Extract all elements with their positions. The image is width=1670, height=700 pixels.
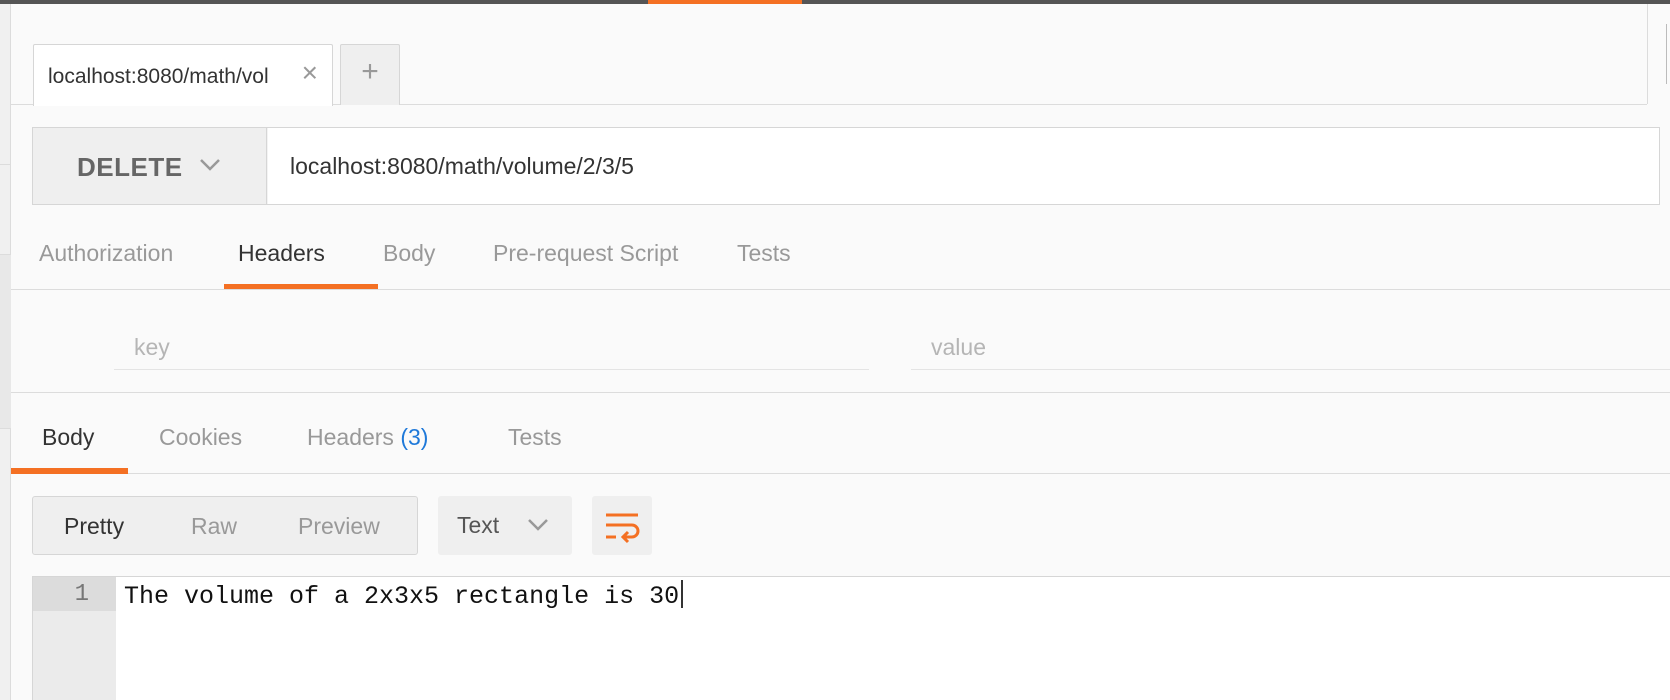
method-label: DELETE [77,152,183,182]
active-response-tab-indicator [11,468,128,474]
url-input[interactable] [268,128,1659,204]
text-cursor [681,580,684,608]
wrap-lines-button[interactable] [592,496,652,555]
header-value-input[interactable] [911,326,1670,370]
chevron-down-icon [528,519,548,531]
right-panel-edge [1647,4,1670,104]
tab-pre-request-script[interactable]: Pre-request Script [493,240,678,267]
request-url-bar: DELETE [32,127,1660,205]
method-select[interactable]: DELETE [33,128,267,204]
plus-icon: + [361,55,379,88]
response-body-text: The volume of a 2x3x5 rectangle is 30 [124,582,680,611]
tab-headers[interactable]: Headers [238,240,325,267]
line-number: 1 [74,581,89,608]
format-label: Text [457,512,500,538]
response-tab-cookies[interactable]: Cookies [159,424,242,451]
response-tab-tests[interactable]: Tests [508,424,562,451]
request-tabs: Authorization Headers Body Pre-request S… [11,228,1670,290]
response-tabs: Body Cookies Headers (3) Tests [11,394,1670,474]
add-tab-button[interactable]: + [340,44,400,105]
request-tab-label: localhost:8080/math/volume/2/3/5 [48,65,270,88]
wrap-lines-icon [606,513,640,544]
tab-authorization[interactable]: Authorization [39,240,173,267]
response-tab-headers-label: Headers [307,424,394,450]
headers-editor [11,291,1670,393]
headers-count-badge: (3) [400,424,429,450]
header-key-input[interactable] [114,326,869,370]
close-icon[interactable]: × [302,59,318,87]
view-raw-button[interactable]: Raw [191,513,237,540]
sidebar-collapsed[interactable] [0,4,11,700]
view-pretty-button[interactable]: Pretty [64,513,124,540]
tab-body[interactable]: Body [383,240,435,267]
view-preview-button[interactable]: Preview [298,513,380,540]
active-tab-indicator [224,284,378,289]
sidebar-handle[interactable] [0,254,11,429]
request-tab-bar: localhost:8080/math/volume/2/3/5 × + [11,4,1647,106]
chevron-down-icon [200,159,220,171]
response-tab-headers[interactable]: Headers (3) [307,424,428,451]
tab-tests[interactable]: Tests [737,240,791,267]
view-mode-toggle: Pretty Raw Preview [32,496,418,555]
response-body-editor[interactable]: 1 The volume of a 2x3x5 rectangle is 30 [32,576,1670,700]
response-tab-body[interactable]: Body [42,424,94,451]
request-tab[interactable]: localhost:8080/math/volume/2/3/5 × [33,44,333,106]
response-body-line: The volume of a 2x3x5 rectangle is 30 [124,580,684,611]
line-number-gutter: 1 [33,577,116,700]
format-select[interactable]: Text [438,496,572,555]
